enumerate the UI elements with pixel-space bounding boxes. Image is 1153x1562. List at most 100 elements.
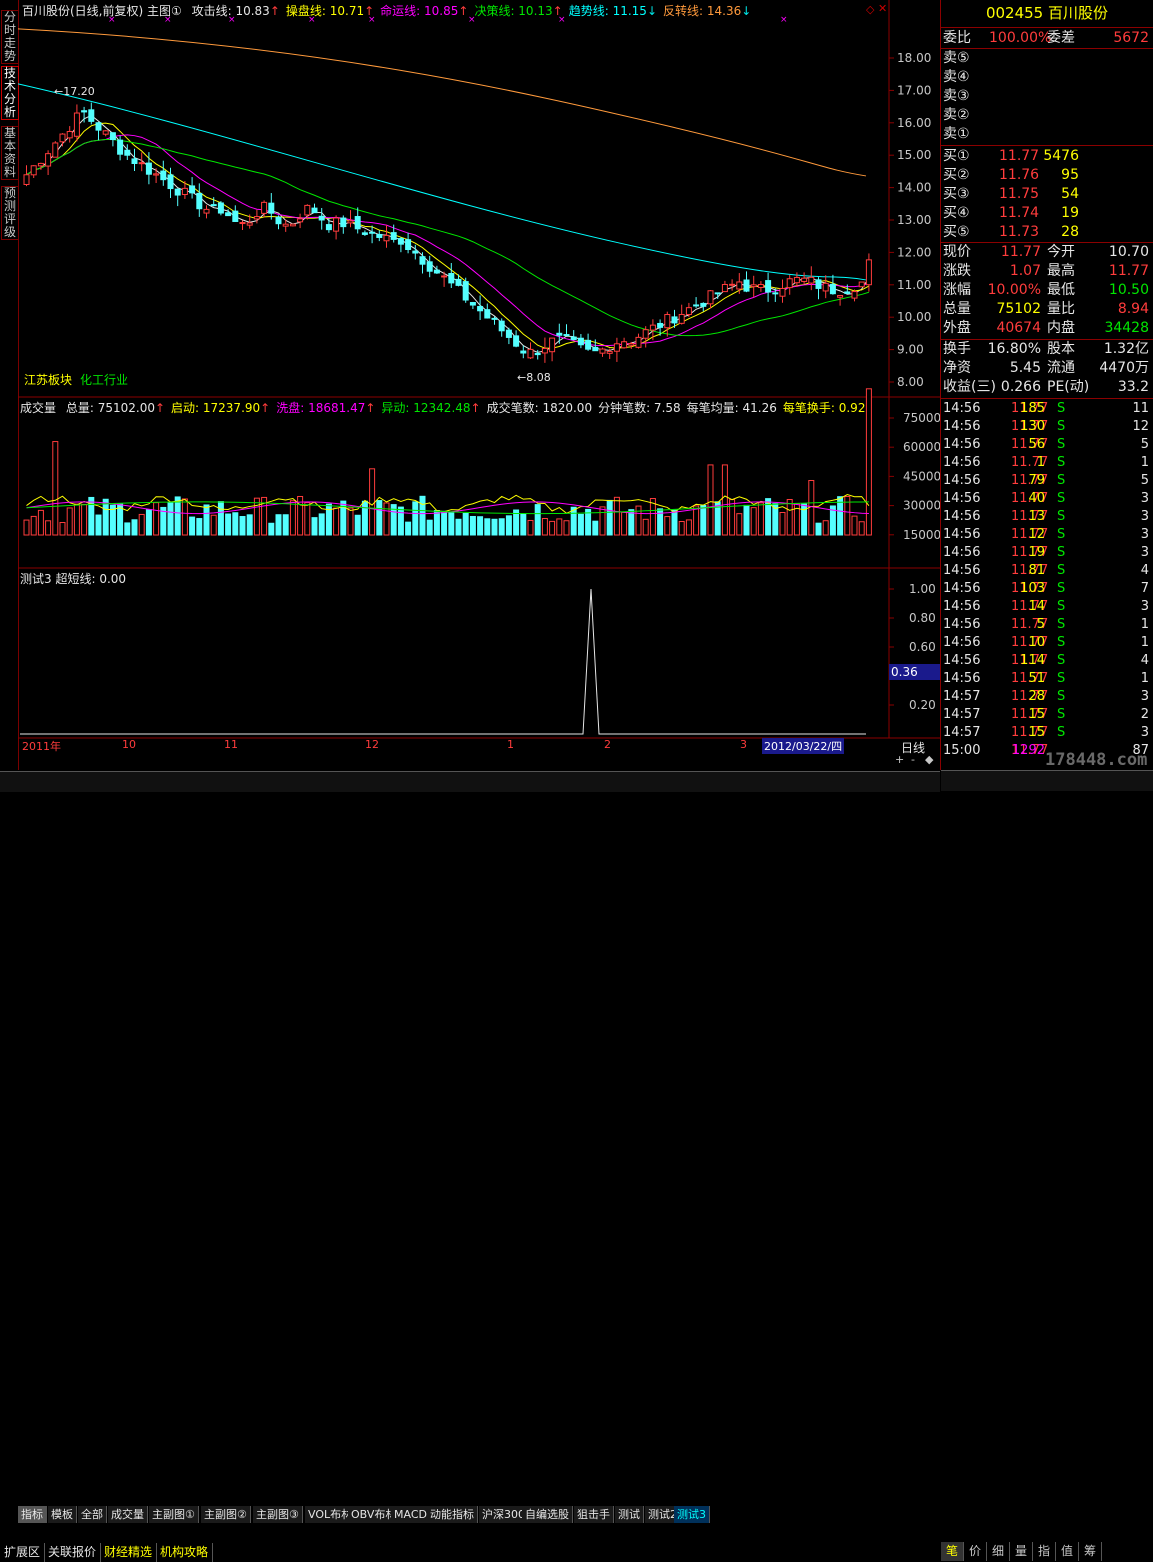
candle-body[interactable] bbox=[606, 351, 613, 354]
close-icon[interactable]: ✕ bbox=[878, 2, 887, 15]
candle-body[interactable] bbox=[484, 309, 491, 319]
quote-view-tab[interactable]: 筹 bbox=[1079, 1542, 1102, 1561]
candle-body[interactable] bbox=[59, 133, 66, 143]
candle-body[interactable] bbox=[304, 204, 311, 216]
candle-body[interactable] bbox=[527, 348, 534, 359]
volume-bar[interactable] bbox=[268, 522, 275, 536]
volume-bar[interactable] bbox=[729, 499, 736, 536]
candle-body[interactable] bbox=[700, 302, 707, 307]
volume-bar[interactable] bbox=[448, 512, 455, 536]
candle-body[interactable] bbox=[642, 329, 649, 339]
candle-body[interactable] bbox=[448, 273, 455, 284]
tab-technical[interactable]: 技术分析 bbox=[1, 66, 19, 120]
volume-bar[interactable] bbox=[174, 496, 181, 536]
quote-view-tab[interactable]: 细 bbox=[987, 1542, 1010, 1561]
candle-body[interactable] bbox=[534, 352, 541, 356]
candle-body[interactable] bbox=[685, 307, 692, 316]
candle-body[interactable] bbox=[822, 282, 829, 292]
volume-bar[interactable] bbox=[520, 513, 527, 536]
diamond-icon[interactable]: ◇ bbox=[866, 3, 874, 16]
candle-body[interactable] bbox=[311, 207, 318, 214]
tab-intraday[interactable]: 分时走势 bbox=[1, 10, 19, 64]
footer-tab-finance[interactable]: 财经精选 bbox=[100, 1543, 158, 1562]
candle-body[interactable] bbox=[765, 280, 772, 293]
candle-body[interactable] bbox=[325, 224, 332, 231]
candle-body[interactable] bbox=[419, 256, 426, 265]
candle-body[interactable] bbox=[491, 317, 498, 320]
candle-body[interactable] bbox=[621, 341, 628, 349]
candle-body[interactable] bbox=[671, 316, 678, 324]
chart-canvas[interactable]: × × × × × × × × 18.0017.0016.0015.0014.0013.001… bbox=[18, 0, 940, 770]
volume-bar[interactable] bbox=[707, 464, 714, 536]
candle-body[interactable] bbox=[37, 162, 44, 167]
quote-view-tab[interactable]: 价 bbox=[964, 1542, 987, 1561]
candle-body[interactable] bbox=[757, 284, 764, 288]
candle-body[interactable] bbox=[318, 215, 325, 221]
candle-body[interactable] bbox=[297, 218, 304, 223]
volume-bar[interactable] bbox=[282, 514, 289, 536]
volume-bar[interactable] bbox=[419, 495, 426, 536]
volume-bar[interactable] bbox=[275, 514, 282, 536]
candle-body[interactable] bbox=[66, 131, 73, 139]
volume-bar[interactable] bbox=[325, 503, 332, 536]
candle-body[interactable] bbox=[592, 346, 599, 352]
volume-bar[interactable] bbox=[815, 522, 822, 536]
candle-body[interactable] bbox=[181, 187, 188, 196]
candle-body[interactable] bbox=[167, 174, 174, 190]
candle-body[interactable] bbox=[23, 174, 30, 185]
candle-body[interactable] bbox=[189, 185, 196, 194]
candle-body[interactable] bbox=[477, 306, 484, 312]
candle-body[interactable] bbox=[570, 336, 577, 340]
volume-bar[interactable] bbox=[37, 509, 44, 536]
volume-bar[interactable] bbox=[232, 512, 239, 536]
candle-body[interactable] bbox=[599, 348, 606, 354]
candle-body[interactable] bbox=[585, 339, 592, 350]
candle-body[interactable] bbox=[815, 279, 822, 289]
volume-bar[interactable] bbox=[577, 513, 584, 536]
candle-body[interactable] bbox=[52, 142, 59, 158]
volume-bar[interactable] bbox=[23, 519, 30, 536]
volume-bar[interactable] bbox=[426, 519, 433, 536]
volume-bar[interactable] bbox=[592, 520, 599, 536]
candle-body[interactable] bbox=[441, 275, 448, 278]
candle-body[interactable] bbox=[844, 291, 851, 294]
volume-bar[interactable] bbox=[613, 496, 620, 536]
candle-body[interactable] bbox=[664, 314, 671, 329]
candle-body[interactable] bbox=[693, 304, 700, 307]
volume-bar[interactable] bbox=[549, 520, 556, 536]
volume-bar[interactable] bbox=[347, 507, 354, 536]
candle-body[interactable] bbox=[750, 284, 757, 288]
volume-bar[interactable] bbox=[376, 500, 383, 536]
volume-bar[interactable] bbox=[527, 519, 534, 536]
volume-bar[interactable] bbox=[354, 514, 361, 536]
candle-body[interactable] bbox=[282, 223, 289, 227]
quote-view-tab[interactable]: 量 bbox=[1010, 1542, 1033, 1561]
candle-body[interactable] bbox=[462, 281, 469, 301]
volume-bar[interactable] bbox=[851, 515, 858, 536]
candle-body[interactable] bbox=[707, 290, 714, 305]
candle-body[interactable] bbox=[649, 324, 656, 331]
candle-body[interactable] bbox=[153, 173, 160, 176]
candle-body[interactable] bbox=[217, 202, 224, 214]
volume-bar[interactable] bbox=[599, 506, 606, 536]
volume-bar[interactable] bbox=[491, 518, 498, 536]
volume-bar[interactable] bbox=[239, 516, 246, 536]
candle-body[interactable] bbox=[433, 269, 440, 274]
candle-body[interactable] bbox=[498, 320, 505, 332]
indicator-tab[interactable]: 主副图② bbox=[201, 1506, 251, 1523]
indicator-tab[interactable]: 指标 bbox=[18, 1506, 47, 1523]
volume-bar[interactable] bbox=[95, 514, 102, 536]
indicator-tab[interactable]: 主副图③ bbox=[253, 1506, 303, 1523]
zoom-in-button[interactable]: + bbox=[895, 753, 904, 766]
volume-bar[interactable] bbox=[743, 504, 750, 536]
candle-body[interactable] bbox=[275, 216, 282, 225]
volume-bar[interactable] bbox=[210, 514, 217, 536]
candle-body[interactable] bbox=[354, 216, 361, 230]
volume-bar[interactable] bbox=[786, 498, 793, 536]
volume-bar[interactable] bbox=[304, 502, 311, 536]
indicator-tab[interactable]: 狙击手 bbox=[574, 1506, 614, 1523]
indicator-tab[interactable]: 动能指标 bbox=[427, 1506, 478, 1523]
candle-body[interactable] bbox=[239, 222, 246, 225]
candle-body[interactable] bbox=[203, 208, 210, 214]
candle-body[interactable] bbox=[743, 279, 750, 292]
